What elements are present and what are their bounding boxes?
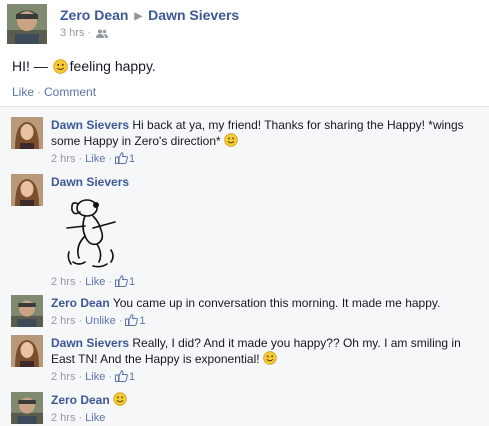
arrow-right-icon: ▶ — [134, 11, 143, 22]
smiley-icon — [52, 59, 68, 74]
avatar-dawn-sievers[interactable] — [11, 117, 43, 149]
like-button[interactable]: Like — [12, 85, 34, 99]
like-count[interactable]: 1 — [139, 315, 145, 327]
status-prefix: HI! — — [12, 58, 52, 74]
like-thumb-icon[interactable] — [115, 275, 128, 287]
meta-separator: · — [108, 371, 112, 383]
like-count[interactable]: 1 — [129, 153, 135, 165]
comment-meta: 2 hrs · Like · 1 — [51, 274, 476, 290]
post-meta: 3 hrs · — [60, 27, 109, 39]
meta-separator: · — [78, 412, 83, 424]
friends-icon[interactable] — [96, 29, 109, 38]
avatar-dawn-sievers[interactable] — [11, 335, 43, 367]
avatar-zero-dean[interactable] — [11, 392, 43, 424]
comment-timestamp[interactable]: 2 hrs — [51, 412, 75, 424]
post-author-link[interactable]: Zero Dean — [60, 7, 128, 23]
comment-timestamp[interactable]: 2 hrs — [51, 371, 75, 383]
comment-timestamp[interactable]: 2 hrs — [51, 315, 75, 327]
comment-button[interactable]: Comment — [44, 85, 96, 99]
like-thumb-icon[interactable] — [115, 370, 128, 382]
comment-author[interactable]: Zero Dean — [51, 393, 110, 407]
comments-section: Dawn Sievers Hi back at ya, my friend! T… — [0, 106, 489, 426]
comment-meta: 2 hrs · Like — [51, 410, 476, 426]
meta-separator: · — [78, 315, 83, 327]
post-header: Zero Dean ▶ Dawn Sievers 3 hrs · — [7, 4, 477, 44]
smiley-icon — [113, 392, 127, 406]
comment-body: Dawn Sievers Really, I did? And it made … — [51, 335, 476, 385]
meta-separator: · — [78, 153, 83, 165]
smiley-icon — [263, 351, 277, 365]
meta-separator: · — [78, 371, 83, 383]
comment-author[interactable]: Dawn Sievers — [51, 336, 129, 350]
comment-timestamp[interactable]: 2 hrs — [51, 153, 75, 165]
comment-body: Dawn Sievers 2 hrs · Like · 1 — [51, 174, 476, 290]
comment-text: You came up in conversation this morning… — [112, 296, 441, 310]
post-actions: Like · Comment — [12, 85, 96, 99]
action-separator: · — [37, 85, 42, 99]
comment-meta: 2 hrs · Unlike · 1 — [51, 313, 476, 329]
meta-separator: · — [87, 27, 92, 39]
post-timestamp[interactable]: 3 hrs — [60, 27, 84, 39]
comment-like-button[interactable]: Like — [85, 371, 105, 383]
comment-meta: 2 hrs · Like · 1 — [51, 151, 476, 167]
comment-author[interactable]: Zero Dean — [51, 296, 110, 310]
avatar-zero-dean[interactable] — [11, 295, 43, 327]
comment-author[interactable]: Dawn Sievers — [51, 175, 129, 189]
meta-separator: · — [108, 276, 112, 288]
comment-like-button[interactable]: Like — [85, 412, 105, 424]
comment-body: Dawn Sievers Hi back at ya, my friend! T… — [51, 117, 476, 167]
post-names: Zero Dean ▶ Dawn Sievers — [60, 7, 239, 23]
comment-body: Zero Dean 2 hrs · Like — [51, 392, 476, 426]
like-count[interactable]: 1 — [129, 371, 135, 383]
smiley-icon — [224, 133, 238, 147]
comment-author[interactable]: Dawn Sievers — [51, 118, 129, 132]
like-thumb-icon[interactable] — [125, 314, 139, 326]
comment-meta: 2 hrs · Like · 1 — [51, 369, 476, 385]
comment-timestamp[interactable]: 2 hrs — [51, 276, 75, 288]
like-count[interactable]: 1 — [129, 276, 135, 288]
comment-unlike-button[interactable]: Unlike — [85, 315, 116, 327]
avatar-dawn-sievers[interactable] — [11, 174, 43, 206]
like-thumb-icon[interactable] — [115, 152, 128, 164]
comment-body: Zero Dean You came up in conversation th… — [51, 295, 476, 329]
comment-like-button[interactable]: Like — [85, 276, 105, 288]
avatar-zero-dean[interactable] — [7, 4, 47, 44]
status-text: HI! — feeling happy. — [12, 58, 156, 74]
comment-like-button[interactable]: Like — [85, 153, 105, 165]
meta-separator: · — [78, 276, 83, 288]
snoopy-dance-sticker — [66, 199, 116, 268]
meta-separator: · — [108, 153, 112, 165]
feeling-text: feeling happy. — [69, 58, 156, 74]
post-target-link[interactable]: Dawn Sievers — [148, 7, 239, 23]
meta-separator: · — [118, 315, 123, 327]
